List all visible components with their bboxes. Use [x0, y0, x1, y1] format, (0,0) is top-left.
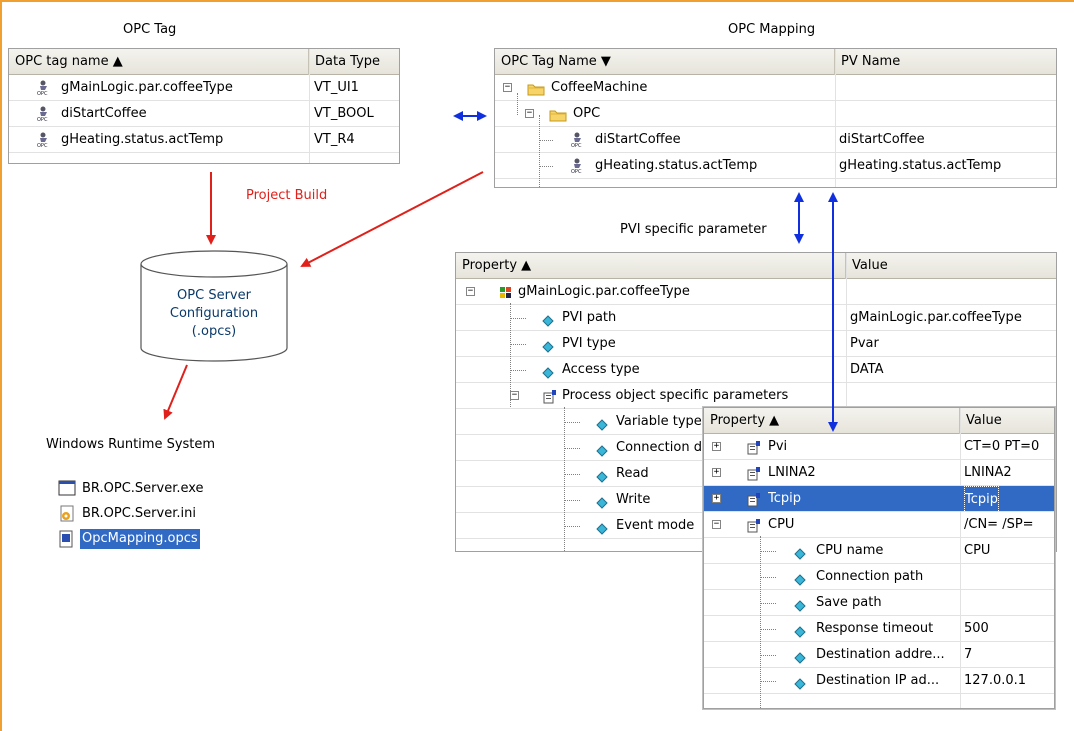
- connector-arrows: [163, 111, 838, 432]
- arrow-mapping-to-config: [300, 171, 484, 267]
- arrow-config-to-runtime: [163, 364, 188, 420]
